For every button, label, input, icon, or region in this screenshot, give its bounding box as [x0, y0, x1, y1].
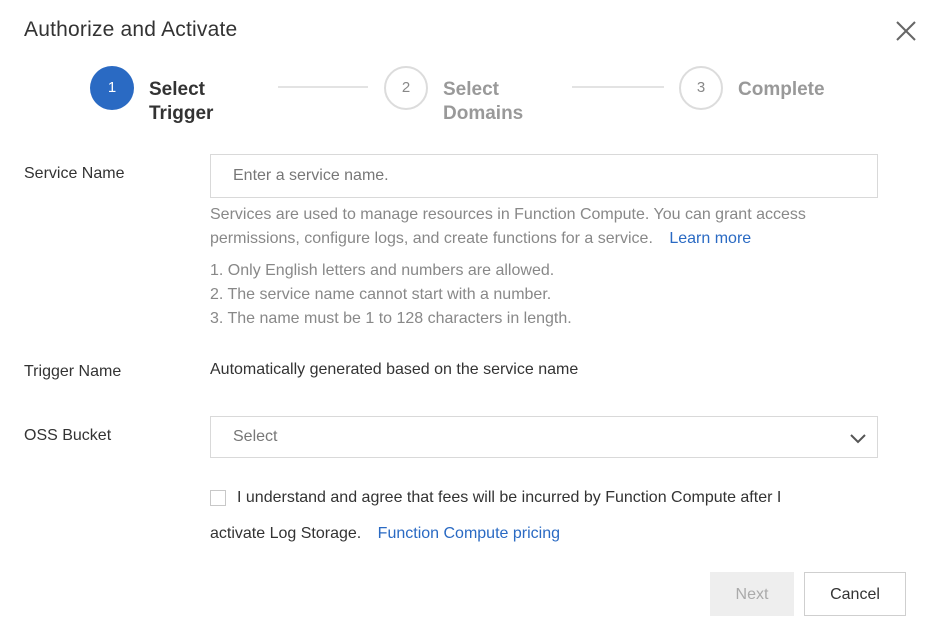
- step-3-circle: 3: [679, 66, 723, 110]
- authorize-dialog: Authorize and Activate 1 Select Trigger …: [0, 0, 938, 632]
- oss-bucket-label: OSS Bucket: [24, 427, 112, 444]
- oss-bucket-selected-value: Select: [233, 428, 278, 445]
- oss-bucket-select[interactable]: Select: [210, 416, 878, 458]
- agreement-text-line2: activate Log Storage. Function Compute p…: [210, 525, 560, 543]
- service-name-input[interactable]: [210, 154, 878, 198]
- agree-fees-checkbox[interactable]: [210, 490, 226, 506]
- rule-item: 1. Only English letters and numbers are …: [210, 262, 555, 279]
- step-2-circle: 2: [384, 66, 428, 110]
- chevron-down-icon: [849, 429, 867, 447]
- service-name-help: Services are used to manage resources in…: [210, 203, 806, 251]
- step-connector-1: [278, 86, 368, 88]
- step-2-label-line2: Domains: [443, 103, 524, 124]
- step-connector-2: [572, 86, 664, 88]
- trigger-name-value: Automatically generated based on the ser…: [210, 361, 579, 378]
- step-1-label: Select Trigger: [149, 78, 213, 126]
- rule-item: 2. The service name cannot start with a …: [210, 286, 552, 303]
- step-1-label-line2: Trigger: [149, 103, 214, 124]
- step-3-label: Complete: [738, 79, 825, 100]
- step-2-label-line1: Select: [443, 79, 499, 100]
- rule-item: 3. The name must be 1 to 128 characters …: [210, 310, 572, 327]
- agreement-text-line1: I understand and agree that fees will be…: [237, 489, 782, 506]
- step-1-label-line1: Select: [149, 79, 205, 100]
- cancel-button[interactable]: Cancel: [804, 572, 906, 616]
- help-line-1: Services are used to manage resources in…: [210, 206, 806, 223]
- dialog-title: Authorize and Activate: [24, 18, 238, 41]
- trigger-name-label: Trigger Name: [24, 363, 122, 380]
- learn-more-link[interactable]: Learn more: [669, 230, 751, 247]
- step-1-circle: 1: [90, 66, 134, 110]
- pricing-link[interactable]: Function Compute pricing: [378, 525, 560, 542]
- step-2-label: Select Domains: [443, 78, 523, 126]
- help-line-2-text: permissions, configure logs, and create …: [210, 230, 653, 247]
- service-name-label: Service Name: [24, 165, 125, 182]
- agreement-line2-text: activate Log Storage.: [210, 525, 362, 542]
- next-button[interactable]: Next: [710, 572, 794, 616]
- help-line-2: permissions, configure logs, and create …: [210, 227, 806, 251]
- close-icon[interactable]: [893, 18, 919, 44]
- service-name-rules: 1. Only English letters and numbers are …: [210, 259, 572, 331]
